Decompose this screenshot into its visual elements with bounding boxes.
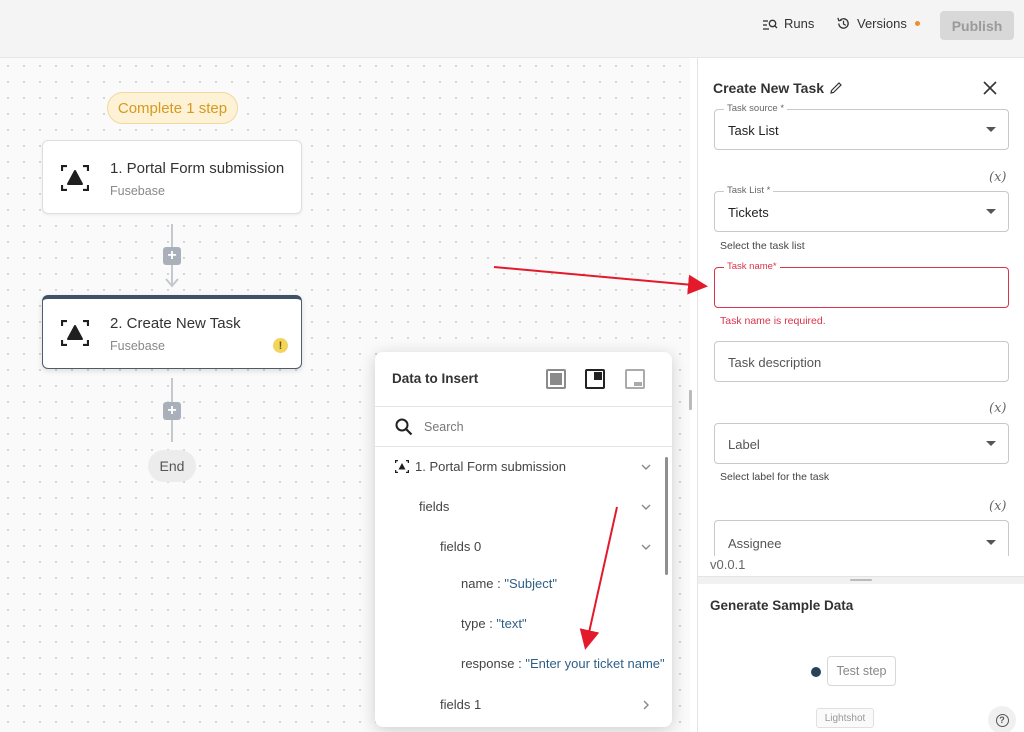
field-label: Task name* <box>724 261 780 272</box>
versions-button[interactable]: Versions <box>836 16 920 31</box>
flow-node-create-task[interactable]: 2. Create New Task Fusebase ! <box>42 295 302 369</box>
fusebase-logo-icon <box>61 165 89 191</box>
node-subtitle: Fusebase <box>110 339 165 353</box>
task-description-input[interactable]: Task description <box>714 341 1009 382</box>
caret-down-icon <box>986 441 996 446</box>
chevron-down-icon[interactable] <box>641 542 651 552</box>
tree-item-trigger[interactable]: 1. Portal Form submission <box>394 459 566 474</box>
versions-label: Versions <box>857 16 907 31</box>
generate-sample-data-title: Generate Sample Data <box>710 598 854 613</box>
tree-item-fields-1[interactable]: fields 1 <box>440 697 481 712</box>
versions-indicator-dot <box>914 21 920 26</box>
runs-icon <box>763 19 778 30</box>
node-title: 1. Portal Form submission <box>110 160 285 177</box>
chevron-right-icon[interactable] <box>641 700 651 710</box>
field-label: Task source * <box>724 103 788 114</box>
panel-splitter[interactable] <box>698 576 1024 584</box>
insert-variable-icon[interactable]: (x) <box>989 401 1006 416</box>
lightshot-watermark: Lightshot <box>816 708 874 728</box>
view-dock-bottom-right-icon[interactable] <box>625 369 645 389</box>
field-value: Tickets <box>728 205 769 220</box>
flow-node-trigger[interactable]: 1. Portal Form submission Fusebase <box>42 140 302 214</box>
connector-arrow-icon <box>165 278 179 288</box>
property-separator: : <box>514 656 526 671</box>
add-step-button[interactable]: + <box>163 247 181 265</box>
caret-down-icon <box>986 209 996 214</box>
status-pill: Complete 1 step <box>107 92 238 124</box>
tree-item-fields-0[interactable]: fields 0 <box>440 539 481 554</box>
scrollbar[interactable] <box>665 457 668 575</box>
property-value: "Subject" <box>504 576 557 591</box>
publish-button[interactable]: Publish <box>940 11 1014 40</box>
property-key: name <box>461 576 494 591</box>
property-key: response <box>461 656 515 671</box>
task-list-helper: Select the task list <box>720 240 805 252</box>
runs-button[interactable]: Runs <box>762 16 814 31</box>
field-label: Task List * <box>724 185 774 196</box>
divider <box>375 406 672 407</box>
test-step-button[interactable]: Test step <box>827 656 896 686</box>
top-bar: Runs Versions Publish <box>0 0 1024 58</box>
search-icon <box>395 418 413 436</box>
label-select[interactable]: Label <box>714 423 1009 464</box>
add-step-button[interactable]: + <box>163 402 181 420</box>
fusebase-logo-icon <box>394 459 410 474</box>
chevron-down-icon[interactable] <box>641 462 651 472</box>
assignee-select[interactable]: Assignee <box>714 520 1009 556</box>
status-dot <box>811 667 821 677</box>
help-icon: ? <box>995 713 1009 727</box>
task-name-error: Task name is required. <box>720 315 826 327</box>
runs-label: Runs <box>784 16 815 31</box>
chevron-down-icon[interactable] <box>641 502 651 512</box>
property-key: type <box>461 616 486 631</box>
view-dock-top-right-icon[interactable] <box>585 369 605 389</box>
node-title: 2. Create New Task <box>110 315 241 332</box>
warning-icon: ! <box>273 338 288 353</box>
property-value: "Enter your ticket name" <box>525 656 665 671</box>
caret-down-icon <box>986 127 996 132</box>
field-value: Task List <box>728 123 779 138</box>
search-input[interactable]: Search <box>424 420 464 434</box>
divider <box>375 446 672 447</box>
panel-title-text: Create New Task <box>713 80 825 96</box>
help-button[interactable]: ? <box>988 706 1016 732</box>
caret-down-icon <box>986 540 996 545</box>
insert-variable-icon[interactable]: (x) <box>989 170 1006 185</box>
task-name-input[interactable]: Task name* <box>714 261 1009 308</box>
node-subtitle: Fusebase <box>110 184 165 198</box>
tree-item-type[interactable]: type : "text" <box>461 616 527 631</box>
tree-item-response[interactable]: response : "Enter your ticket name" <box>461 656 665 671</box>
panel-title: Create New Task <box>713 80 843 96</box>
popup-title: Data to Insert <box>392 371 479 386</box>
property-value: "text" <box>496 616 527 631</box>
view-fill-icon[interactable] <box>546 369 566 389</box>
data-insert-popup: Data to Insert Search 1. Portal Form sub… <box>375 352 672 727</box>
task-source-select[interactable]: Task source * Task List <box>714 103 1009 150</box>
step-settings-panel: Create New Task Task source * Task List … <box>697 58 1024 732</box>
tree-item-label: 1. Portal Form submission <box>415 459 566 474</box>
field-placeholder: Assignee <box>728 536 782 551</box>
close-icon[interactable] <box>983 81 997 95</box>
tree-item-name[interactable]: name : "Subject" <box>461 576 557 591</box>
history-icon <box>837 17 849 29</box>
label-helper: Select label for the task <box>720 471 830 483</box>
end-node: End <box>148 450 196 482</box>
field-placeholder: Label <box>728 437 760 452</box>
property-separator: : <box>485 616 497 631</box>
insert-variable-icon[interactable]: (x) <box>989 499 1006 514</box>
panel-resize-handle[interactable] <box>689 390 692 410</box>
property-separator: : <box>493 576 505 591</box>
edit-pencil-icon[interactable] <box>829 81 843 95</box>
fusebase-logo-icon <box>61 320 89 346</box>
tree-item-fields[interactable]: fields <box>419 499 449 514</box>
field-placeholder: Task description <box>728 355 822 370</box>
task-list-select[interactable]: Task List * Tickets <box>714 185 1009 232</box>
version-label: v0.0.1 <box>710 557 1010 576</box>
